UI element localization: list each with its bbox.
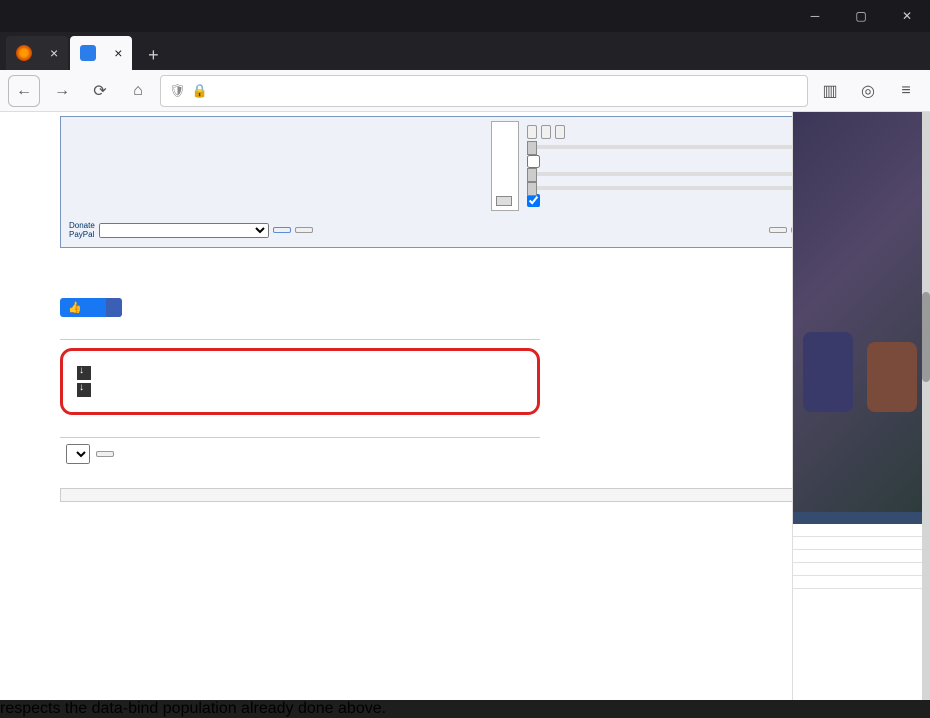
reload-button[interactable]: ⟳ (84, 75, 116, 107)
download-icon (77, 366, 91, 380)
download-icon (77, 383, 91, 397)
tab-bar: × × + (0, 32, 930, 70)
fb-recommend[interactable]: 👍 (60, 298, 122, 317)
download-item (77, 383, 523, 397)
scrollbar[interactable] (922, 112, 930, 700)
sidebar (792, 112, 922, 700)
comment-header (60, 488, 792, 502)
lock-icon: 🔒 (192, 83, 208, 99)
tab-close-icon[interactable]: × (114, 45, 122, 61)
gpu-bottom-buttons: DonatePayPal (65, 217, 792, 243)
toolbar: ← → ⟳ ⌂ 🛡 🔒 ▥ ◎ ≡ (0, 70, 930, 112)
dec-10-button[interactable] (541, 125, 551, 139)
forum-item[interactable] (793, 563, 922, 576)
favicon-icon (80, 45, 96, 61)
tab-nvidia[interactable]: × (70, 36, 132, 70)
dec-20-button[interactable] (555, 125, 565, 139)
main-area: DonatePayPal 👍 (0, 112, 792, 700)
rating-select[interactable] (66, 444, 90, 464)
download-heading (60, 337, 540, 340)
hero-graphic (867, 342, 917, 412)
gpu-info-panel: DonatePayPal (60, 116, 792, 248)
hide-overclocking-button[interactable] (273, 227, 291, 233)
forum-item[interactable] (793, 537, 922, 550)
gpu-select[interactable] (99, 223, 269, 238)
scrollbar-thumb[interactable] (922, 292, 930, 382)
hero-graphic (803, 332, 853, 412)
maximize-button[interactable]: ▢ (838, 0, 884, 32)
create-shortcut-button[interactable] (769, 227, 787, 233)
gpu-info-left (65, 121, 485, 211)
page-content: DonatePayPal 👍 (0, 112, 930, 700)
forum-item[interactable] (793, 576, 922, 589)
menu-button[interactable]: ≡ (890, 75, 922, 107)
forum-item[interactable] (793, 524, 922, 537)
favicon-icon (16, 45, 32, 61)
forum-heading (793, 512, 922, 524)
minimize-button[interactable]: ─ (792, 0, 838, 32)
download-box (60, 348, 540, 415)
set-fan-button[interactable] (295, 227, 313, 233)
voltage-slider[interactable] (527, 186, 792, 190)
temp-slider[interactable] (527, 172, 792, 176)
rating-row (60, 444, 780, 464)
vote-button[interactable] (96, 451, 114, 457)
forward-button[interactable]: → (46, 75, 78, 107)
back-button[interactable]: ← (8, 75, 40, 107)
vertical-slider[interactable] (491, 121, 519, 211)
tab-close-icon[interactable]: × (50, 45, 58, 61)
forum-item[interactable] (793, 550, 922, 563)
account-button[interactable]: ◎ (852, 75, 884, 107)
paypal-icon[interactable]: DonatePayPal (69, 221, 95, 239)
priorize-checkbox[interactable] (527, 155, 540, 168)
library-button[interactable]: ▥ (814, 75, 846, 107)
tab-lumpics[interactable]: × (6, 36, 68, 70)
shield-icon: 🛡 (169, 83, 186, 99)
close-button[interactable]: ✕ (884, 0, 930, 32)
home-button[interactable]: ⌂ (122, 75, 154, 107)
ad-banner[interactable] (793, 112, 922, 512)
url-bar[interactable]: 🛡 🔒 (160, 75, 808, 107)
download-item (77, 366, 523, 380)
facebook-row: 👍 (60, 298, 780, 317)
dec-1-button[interactable] (527, 125, 537, 139)
window-titlebar: ─ ▢ ✕ (0, 0, 930, 32)
rate-heading (60, 435, 540, 438)
browser-window: ─ ▢ ✕ × × + ← → ⟳ ⌂ 🛡 🔒 ▥ ◎ ≡ (0, 0, 930, 700)
power-slider[interactable] (527, 145, 792, 149)
new-tab-button[interactable]: + (138, 40, 168, 70)
overclock-panel (525, 121, 792, 211)
